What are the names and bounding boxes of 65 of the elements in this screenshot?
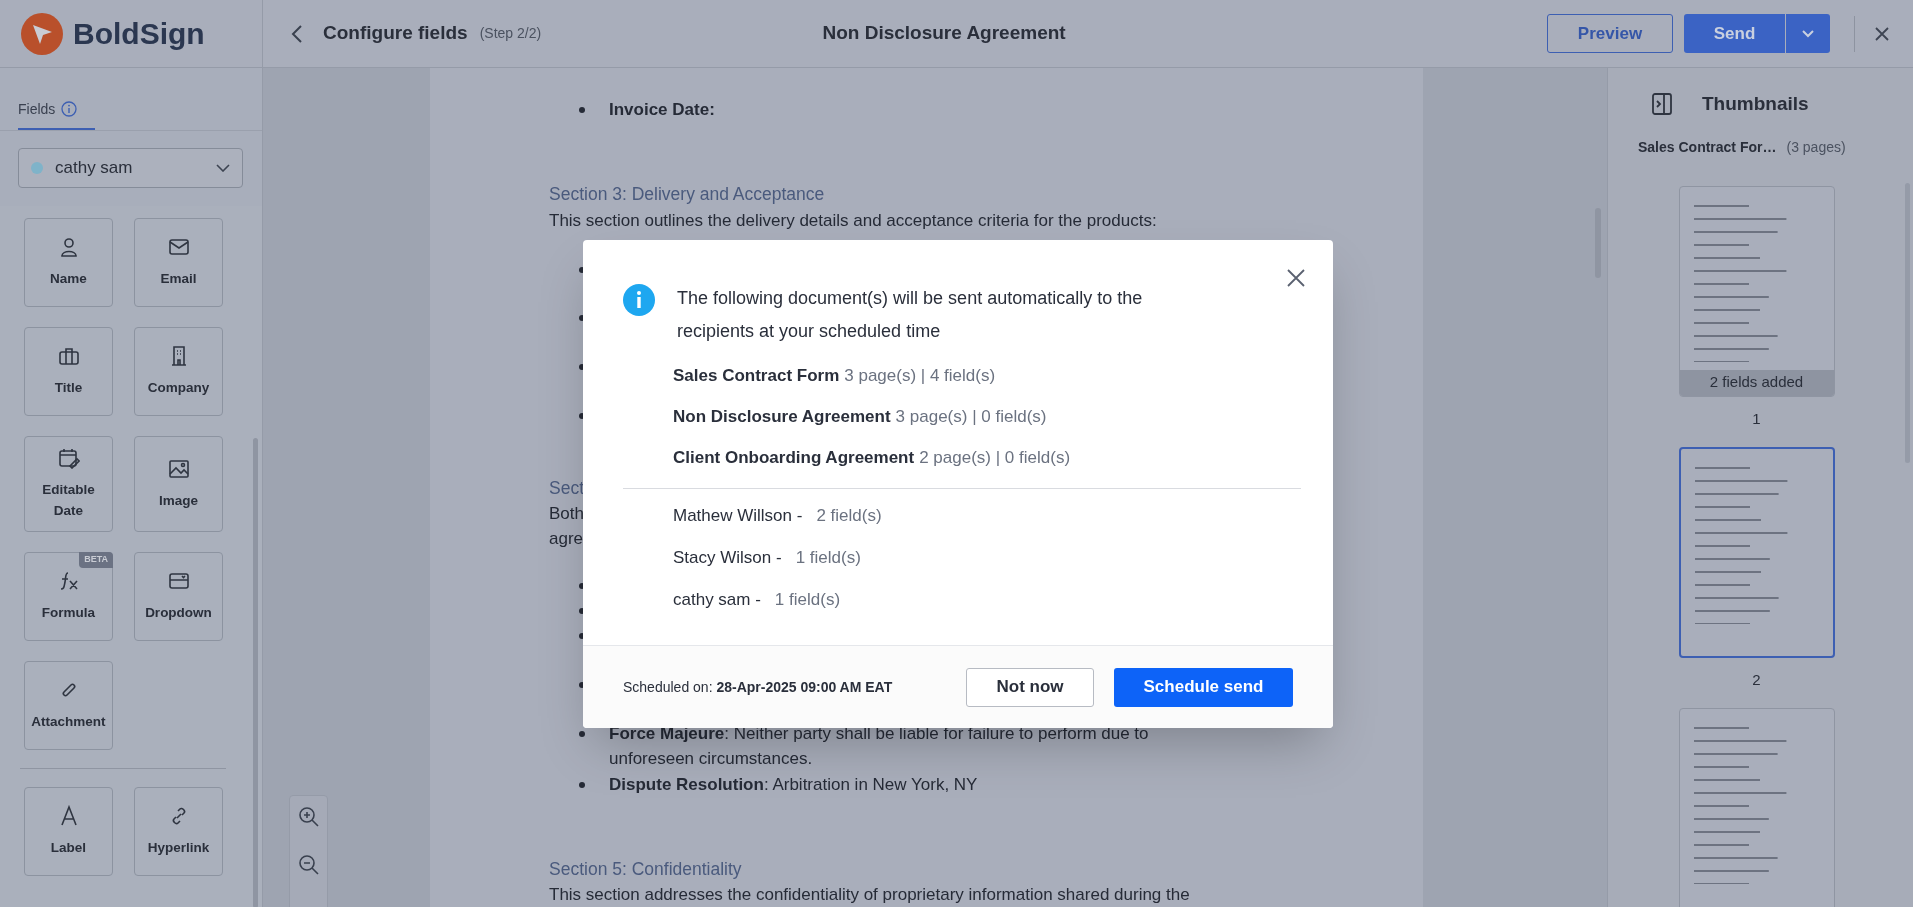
info-icon — [61, 101, 78, 117]
send-button[interactable]: Send — [1684, 14, 1785, 53]
scrollbar[interactable] — [253, 438, 258, 907]
field-item[interactable]: Image — [134, 436, 223, 532]
page-number: 2 — [1752, 669, 1761, 690]
close-button[interactable] — [1285, 267, 1307, 289]
document-title: Non Disclosure Agreement — [822, 21, 1066, 46]
field-item[interactable]: Editable Date — [24, 436, 113, 532]
calendar-icon — [57, 447, 80, 469]
briefcase-icon — [57, 345, 80, 367]
zoom-out-button[interactable] — [297, 854, 320, 876]
page-thumbnail[interactable] — [1678, 446, 1835, 658]
schedule-info: Scheduled on: 28-Apr-2025 09:00 AM EAT — [623, 677, 894, 697]
paragraph-text: This section addresses the confidentiality of proprietary information shared during the — [549, 885, 1190, 904]
envelope-icon — [167, 236, 190, 258]
panel-icon — [1652, 93, 1672, 116]
field-item[interactable]: Label — [24, 787, 113, 876]
paragraph-text: This section outlines the delivery details and acceptance criteria for the products: — [549, 211, 1157, 230]
chevron-left-icon — [291, 23, 303, 44]
chevron-down-icon — [216, 164, 230, 172]
page-title: Configure fields — [323, 21, 468, 46]
recipient-summary: Stacy Wilson - 1 field(s) — [673, 547, 862, 569]
field-item[interactable]: Dropdown — [134, 552, 223, 641]
document-summary: Client Onboarding Agreement 2 page(s) | 0 field(s) — [673, 448, 1072, 468]
paragraph-text: agre — [549, 529, 584, 548]
beta-badge: BETA — [79, 552, 113, 568]
page-thumbnail[interactable] — [1678, 707, 1835, 907]
logo-text: BoldSign — [73, 16, 205, 52]
document-summary: Sales Contract Form 3 page(s) | 4 field(s) — [673, 366, 997, 386]
logo-icon — [21, 12, 63, 55]
section-heading: Sect — [549, 478, 585, 498]
field-item[interactable]: Title — [24, 327, 113, 416]
bullet-text: Dispute Resolution: Arbitration in New York, NY — [609, 774, 979, 796]
field-item[interactable]: Attachment — [24, 661, 113, 750]
send-options-button[interactable] — [1785, 14, 1830, 53]
field-item[interactable]: Company — [134, 327, 223, 416]
page-thumbnail[interactable]: 2 fields added — [1678, 185, 1835, 397]
field-item[interactable]: BETA Formula — [24, 552, 113, 641]
zoom-in-button[interactable] — [297, 806, 320, 828]
recipient-summary: cathy sam - 1 field(s) — [673, 589, 842, 611]
dropdown-icon — [167, 570, 190, 592]
recipient-summary: Mathew Willson - 2 field(s) — [673, 505, 883, 527]
bullet-text: Force Majeure: Neither party shall be liable for failure to perform due to unforeseen circumstances. — [609, 723, 1150, 770]
panel-title: Thumbnails — [1702, 92, 1809, 116]
not-now-button[interactable]: Not now — [966, 667, 1094, 707]
preview-button[interactable]: Preview — [1547, 14, 1673, 53]
dialog-message: The following document(s) will be sent automatically to the recipients at your scheduled time — [677, 287, 1144, 343]
chevron-down-icon — [1802, 29, 1814, 38]
schedule-send-button[interactable]: Schedule send — [1114, 667, 1293, 707]
info-icon — [623, 284, 655, 316]
field-item[interactable]: Name — [24, 218, 113, 307]
paragraph-text: Both — [549, 504, 584, 523]
page-number: 1 — [1752, 408, 1761, 429]
document-summary: Non Disclosure Agreement 3 page(s) | 0 field(s) — [673, 407, 1048, 427]
fields-added-badge: 2 fields added — [1679, 369, 1834, 396]
document-name: Sales Contract For… — [1638, 137, 1777, 157]
page-count: (3 pages) — [1786, 137, 1846, 157]
image-icon — [167, 457, 190, 480]
section-heading: Section 3: Delivery and Acceptance — [549, 184, 825, 204]
field-item[interactable]: Hyperlink — [134, 787, 223, 876]
step-indicator: (Step 2/2) — [479, 24, 542, 43]
recipient-dropdown[interactable]: cathy sam — [18, 148, 243, 188]
bullet-text: Invoice Date: — [609, 99, 716, 121]
field-item[interactable]: Email — [134, 218, 223, 307]
section-heading: Section 5: Confidentiality — [549, 859, 742, 879]
